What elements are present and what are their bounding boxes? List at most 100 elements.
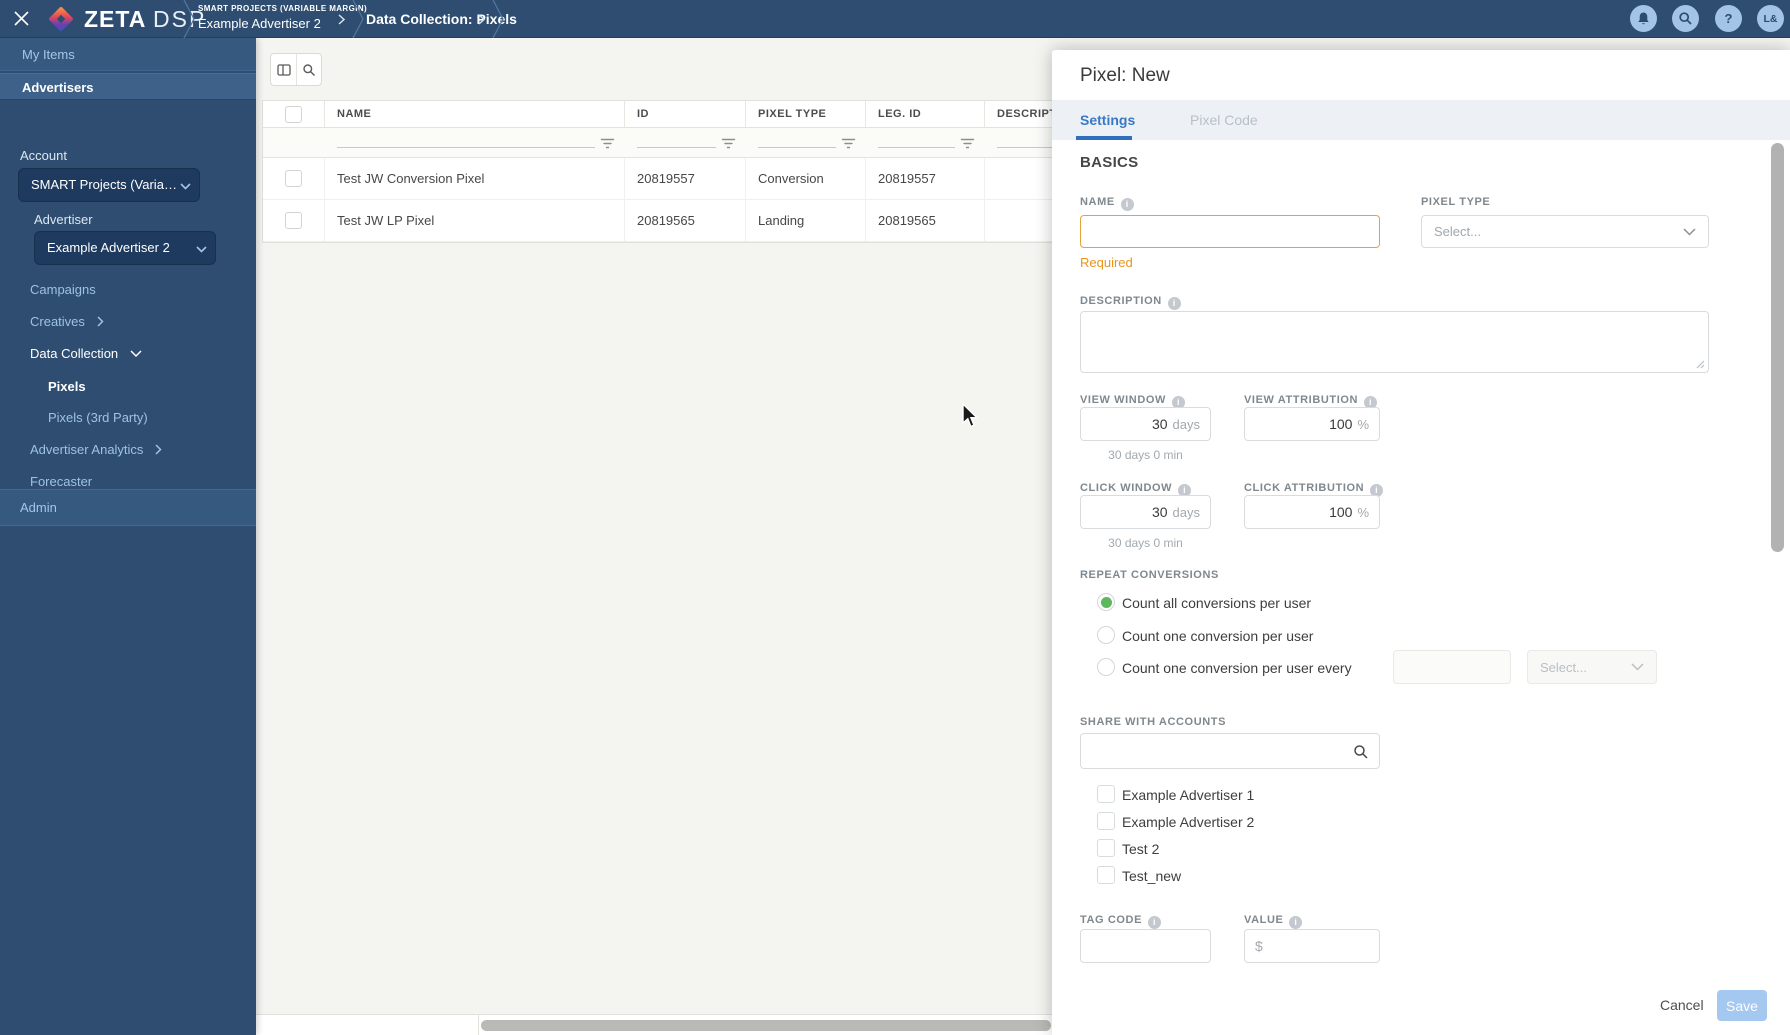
column-header-id[interactable]: ID xyxy=(625,101,745,128)
info-icon[interactable] xyxy=(1148,916,1162,929)
cancel-button[interactable]: Cancel xyxy=(1660,990,1704,1021)
sidebar-item-pixels-3rd-party[interactable]: Pixels (3rd Party) xyxy=(48,409,304,429)
filter-icon[interactable] xyxy=(600,138,615,149)
account-option-label[interactable]: Example Advertiser 2 xyxy=(1122,814,1254,830)
sidebar-item-campaigns[interactable]: Campaigns xyxy=(30,281,286,301)
view-window-input[interactable]: 30 days xyxy=(1080,407,1211,441)
radio-count-one-conversion[interactable] xyxy=(1097,626,1115,644)
description-textarea[interactable] xyxy=(1081,312,1708,372)
notifications-button[interactable] xyxy=(1630,5,1657,32)
resize-handle-icon[interactable] xyxy=(1696,360,1705,369)
name-required-message: Required xyxy=(1080,255,1133,270)
pixel-type-select[interactable]: Select... xyxy=(1421,215,1709,248)
filter-cell-id[interactable] xyxy=(625,128,746,157)
select-all-checkbox[interactable] xyxy=(285,105,302,123)
avatar-initials: L& xyxy=(1763,12,1778,25)
name-label: NAME xyxy=(1080,196,1134,211)
sidebar-item-creatives[interactable]: Creatives xyxy=(30,313,286,333)
app: ZETA DSP SMART PROJECTS (VARIABLE MARGIN… xyxy=(0,0,1790,1035)
share-accounts-search-input[interactable] xyxy=(1081,734,1379,768)
pixel-type-label: PIXEL TYPE xyxy=(1421,196,1491,208)
chevron-right-icon[interactable] xyxy=(338,14,346,26)
advertiser-label: Advertiser xyxy=(34,212,93,227)
column-header-pixel-type[interactable]: PIXEL TYPE xyxy=(746,101,865,128)
search-icon xyxy=(1679,12,1692,25)
brand-zeta: ZETA xyxy=(84,6,147,32)
account-option-label[interactable]: Example Advertiser 1 xyxy=(1122,787,1254,803)
advertiser-analytics-label: Advertiser Analytics xyxy=(30,442,144,458)
click-window-input[interactable]: 30 days xyxy=(1080,495,1211,529)
tag-code-input[interactable] xyxy=(1080,929,1211,963)
chevron-right-icon xyxy=(155,444,162,455)
click-attribution-input[interactable]: 100 % xyxy=(1244,495,1380,529)
checkbox-test-2[interactable] xyxy=(1097,839,1115,857)
basics-heading: BASICS xyxy=(1080,154,1139,171)
close-icon[interactable] xyxy=(13,10,30,32)
chevron-down-icon xyxy=(130,350,142,357)
filter-cell-name[interactable] xyxy=(325,128,625,157)
filter-icon[interactable] xyxy=(960,138,975,149)
view-attribution-input[interactable]: 100 % xyxy=(1244,407,1380,441)
account-option-label[interactable]: Test 2 xyxy=(1122,841,1159,857)
global-search-button[interactable] xyxy=(1672,5,1699,32)
panel-scrollbar-thumb[interactable] xyxy=(1771,143,1784,552)
sidebar-item-my-items[interactable]: My Items xyxy=(0,38,256,71)
description-field[interactable] xyxy=(1080,311,1709,373)
radio-count-all-label[interactable]: Count all conversions per user xyxy=(1122,595,1311,611)
sidebar-item-data-collection[interactable]: Data Collection xyxy=(30,345,286,365)
checkbox-test-new[interactable] xyxy=(1097,866,1115,884)
share-accounts-search[interactable] xyxy=(1080,733,1380,769)
user-avatar[interactable]: L& xyxy=(1757,5,1784,32)
value-label: VALUE xyxy=(1244,914,1303,929)
info-icon[interactable] xyxy=(1167,297,1181,310)
chevron-right-icon[interactable] xyxy=(478,14,486,26)
radio-count-one-label[interactable]: Count one conversion per user xyxy=(1122,628,1313,644)
sidebar-item-pixels[interactable]: Pixels xyxy=(48,378,304,398)
radio-count-one-every[interactable] xyxy=(1097,658,1115,676)
checkbox-example-advertiser-1[interactable] xyxy=(1097,785,1115,803)
tab-pixel-code[interactable]: Pixel Code xyxy=(1190,100,1258,140)
save-button[interactable]: Save xyxy=(1717,990,1767,1021)
radio-count-all-conversions[interactable] xyxy=(1097,593,1115,611)
panel-tabbar: Settings Pixel Code xyxy=(1052,100,1790,140)
filter-icon[interactable] xyxy=(841,138,856,149)
currency-prefix: $ xyxy=(1255,938,1263,954)
sidebar-item-advertiser-analytics[interactable]: Advertiser Analytics xyxy=(30,441,286,461)
chevron-down-icon xyxy=(180,183,191,190)
columns-button[interactable] xyxy=(271,54,296,85)
repeat-every-unit-select[interactable]: Select... xyxy=(1527,650,1657,684)
filter-icon[interactable] xyxy=(721,138,736,149)
bell-icon xyxy=(1638,12,1649,25)
fixed-column-divider xyxy=(478,1015,479,1035)
name-field[interactable] xyxy=(1080,215,1380,248)
breadcrumb-account-eyebrow: SMART PROJECTS (VARIABLE MARGIN) xyxy=(198,4,368,13)
info-icon[interactable] xyxy=(1289,916,1303,929)
checkbox-example-advertiser-2[interactable] xyxy=(1097,812,1115,830)
sidebar: My Items Advertisers Account SMART Proje… xyxy=(0,38,256,1035)
row-checkbox[interactable] xyxy=(285,212,302,229)
repeat-every-value-input[interactable] xyxy=(1393,650,1511,684)
tab-settings[interactable]: Settings xyxy=(1080,100,1135,140)
account-option-label[interactable]: Test_new xyxy=(1122,868,1181,884)
row-checkbox[interactable] xyxy=(285,170,302,187)
help-button[interactable] xyxy=(1715,5,1742,32)
account-select[interactable]: SMART Projects (Variable Margin) xyxy=(18,168,200,202)
value-input[interactable]: $ xyxy=(1244,929,1380,963)
table-toolbar xyxy=(270,53,322,86)
description-label: DESCRIPTION xyxy=(1080,295,1181,310)
sidebar-item-admin[interactable]: Admin xyxy=(0,489,256,526)
column-header-name[interactable]: NAME xyxy=(325,101,624,128)
search-icon[interactable] xyxy=(1353,744,1369,760)
radio-count-one-every-label[interactable]: Count one conversion per user every xyxy=(1122,660,1352,676)
active-tab-indicator xyxy=(1076,136,1132,140)
name-input[interactable] xyxy=(1081,216,1379,247)
table-search-button[interactable] xyxy=(296,54,321,85)
filter-cell-pixel-type[interactable] xyxy=(746,128,866,157)
advertiser-select[interactable]: Example Advertiser 2 xyxy=(34,231,216,265)
sidebar-item-advertisers[interactable]: Advertisers xyxy=(0,73,256,100)
filter-cell-leg-id[interactable] xyxy=(866,128,985,157)
info-icon[interactable] xyxy=(1120,198,1134,211)
horizontal-scrollbar-thumb[interactable] xyxy=(481,1020,1051,1031)
breadcrumb-separator-icon xyxy=(183,0,195,38)
column-header-leg-id[interactable]: LEG. ID xyxy=(866,101,984,128)
